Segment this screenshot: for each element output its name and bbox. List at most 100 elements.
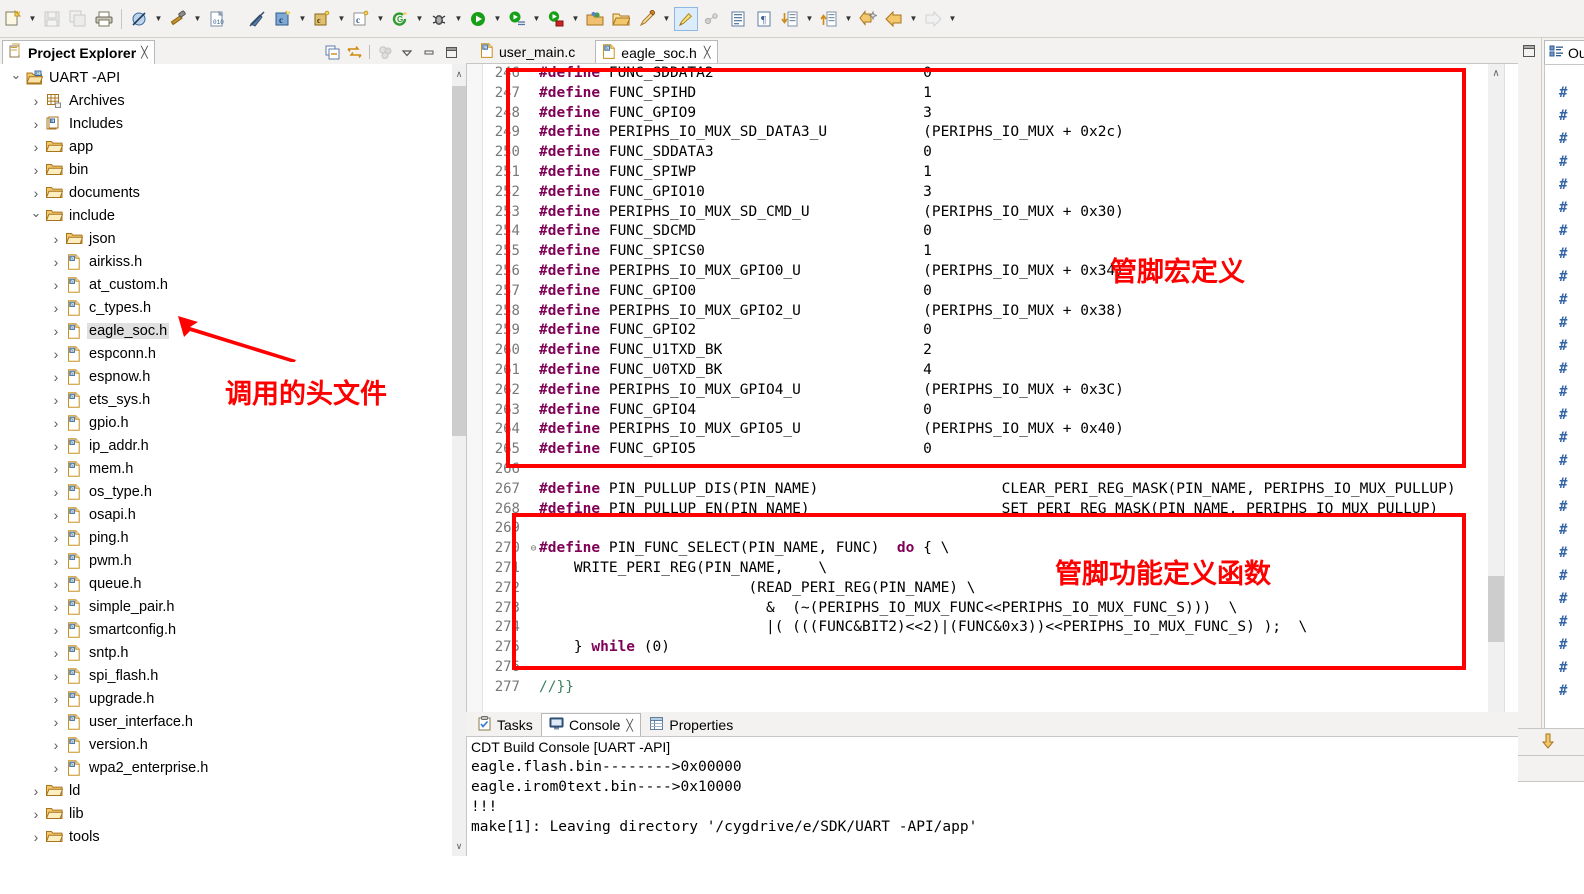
chevron-down-icon[interactable]: ⌄ [8, 67, 24, 83]
fold-marker[interactable] [528, 559, 539, 579]
refresh-dropdown-arrow[interactable]: ▼ [413, 7, 426, 31]
chevron-right-icon[interactable]: › [48, 231, 64, 247]
outline-item[interactable]: # [1545, 449, 1584, 472]
fold-marker[interactable] [528, 64, 539, 84]
tree-item-simple-pair-h[interactable]: › h simple_pair.h [0, 595, 452, 618]
outline-item[interactable]: # [1545, 426, 1584, 449]
fold-marker[interactable] [528, 678, 539, 698]
tree-item-ip-addr-h[interactable]: › h ip_addr.h [0, 434, 452, 457]
skip-all-breakpoints-button[interactable] [127, 7, 151, 31]
code-line[interactable]: 246 #define FUNC_SDDATA2 0 [484, 64, 1486, 84]
chevron-right-icon[interactable]: › [48, 599, 64, 615]
chevron-right-icon[interactable]: › [48, 645, 64, 661]
binary-file-button[interactable]: 010 [205, 7, 229, 31]
editor-tab-user-main-c[interactable]: c user_main.c [474, 40, 583, 64]
debug-dropdown-arrow[interactable]: ▼ [452, 7, 465, 31]
code-line[interactable]: 250 #define FUNC_SDDATA3 0 [484, 143, 1486, 163]
editor-tab-eagle-soc-h[interactable]: h eagle_soc.h ╳ [595, 40, 719, 64]
tree-item-airkiss-h[interactable]: › h airkiss.h [0, 250, 452, 273]
chevron-down-icon[interactable]: ⌄ [28, 205, 44, 221]
outline-item[interactable]: # [1545, 495, 1584, 518]
save-button[interactable] [40, 7, 64, 31]
scrollbar-thumb[interactable] [452, 86, 466, 436]
outline-item[interactable]: # [1545, 196, 1584, 219]
build-dropdown-arrow[interactable]: ▼ [191, 7, 204, 31]
code-line[interactable]: 248 #define FUNC_GPIO9 3 [484, 104, 1486, 124]
tree-item-queue-h[interactable]: › h queue.h [0, 572, 452, 595]
new-file-dropdown-arrow[interactable]: ▼ [26, 7, 39, 31]
fold-marker[interactable] [528, 242, 539, 262]
new-cpp-project-dropdown-arrow[interactable]: ▼ [335, 7, 348, 31]
console-tab-console[interactable]: Console ╳ [541, 713, 641, 736]
build-button[interactable] [166, 7, 190, 31]
chevron-right-icon[interactable]: › [28, 185, 44, 201]
fold-marker[interactable] [528, 222, 539, 242]
code-line[interactable]: 265 #define FUNC_GPIO5 0 [484, 440, 1486, 460]
fold-marker[interactable]: ⊖ [528, 539, 539, 559]
toggle-mark-occurrences-button[interactable] [674, 6, 698, 31]
tab-outline[interactable]: Ou [1544, 40, 1584, 64]
tree-item-mem-h[interactable]: › h mem.h [0, 457, 452, 480]
tree-item-gpio-h[interactable]: › h gpio.h [0, 411, 452, 434]
chevron-right-icon[interactable]: › [48, 438, 64, 454]
code-line[interactable]: 254 #define FUNC_SDCMD 0 [484, 222, 1486, 242]
tree-item-bin[interactable]: › bin [0, 158, 452, 181]
chevron-right-icon[interactable]: › [48, 346, 64, 362]
outline-item[interactable]: # [1545, 173, 1584, 196]
run-button[interactable] [466, 7, 490, 31]
chevron-right-icon[interactable]: › [48, 737, 64, 753]
console-tab-properties[interactable]: Properties [642, 713, 740, 736]
outline-item[interactable]: # [1545, 127, 1584, 150]
tab-project-explorer[interactable]: Project Explorer ╳ [2, 40, 155, 64]
chevron-right-icon[interactable]: › [28, 783, 44, 799]
chevron-right-icon[interactable]: › [48, 576, 64, 592]
outline-item[interactable]: # [1545, 334, 1584, 357]
outline-item[interactable]: # [1545, 587, 1584, 610]
tree-item-documents[interactable]: › documents [0, 181, 452, 204]
chevron-right-icon[interactable]: › [28, 829, 44, 845]
code-line[interactable]: 273 & (~(PERIPHS_IO_MUX_FUNC<<PERIPHS_IO… [484, 599, 1486, 619]
chevron-right-icon[interactable]: › [48, 277, 64, 293]
chevron-right-icon[interactable]: › [48, 622, 64, 638]
code-line[interactable]: 259 #define FUNC_GPIO2 0 [484, 321, 1486, 341]
outline-item[interactable]: # [1545, 242, 1584, 265]
chevron-right-icon[interactable]: › [28, 162, 44, 178]
scroll-up-icon[interactable]: ∧ [452, 64, 466, 84]
chevron-right-icon[interactable]: › [48, 300, 64, 316]
tree-item-uart-api[interactable]: ⌄ C UART -API [0, 66, 452, 89]
new-cpp-project-button[interactable]: c [310, 7, 334, 31]
project-tree-scrollbar[interactable]: ∧ ∨ [452, 64, 466, 856]
open-resource-button[interactable] [609, 7, 633, 31]
fold-marker[interactable] [528, 143, 539, 163]
search-marker-button[interactable] [635, 7, 659, 31]
tree-item-at-custom-h[interactable]: › h at_custom.h [0, 273, 452, 296]
run-dropdown-arrow[interactable]: ▼ [491, 7, 504, 31]
chevron-right-icon[interactable]: › [28, 806, 44, 822]
chevron-right-icon[interactable]: › [48, 369, 64, 385]
refresh-button[interactable]: G [388, 7, 412, 31]
fold-marker[interactable] [528, 84, 539, 104]
external-tools-button[interactable] [544, 7, 568, 31]
scroll-down-icon[interactable]: ∨ [452, 836, 466, 856]
scroll-lock-icon[interactable] [1540, 733, 1556, 752]
fold-marker[interactable] [528, 321, 539, 341]
chevron-right-icon[interactable]: › [48, 254, 64, 270]
outline-item[interactable]: # [1545, 81, 1584, 104]
forward-dropdown-arrow[interactable]: ▼ [946, 7, 959, 31]
breakpoints-dropdown-arrow[interactable]: ▼ [152, 7, 165, 31]
outline-item[interactable]: # [1545, 150, 1584, 173]
console-tab-tasks[interactable]: Tasks [470, 713, 540, 736]
code-view[interactable]: 246 #define FUNC_SDDATA2 0 247 #define FUNC… [484, 64, 1486, 725]
minimized-views-bar[interactable] [1518, 38, 1542, 728]
fold-marker[interactable] [528, 163, 539, 183]
code-line[interactable]: 261 #define FUNC_U0TXD_BK 4 [484, 361, 1486, 381]
tree-item-version-h[interactable]: › h version.h [0, 733, 452, 756]
editor-scroll-up-icon[interactable]: ∧ [1488, 64, 1504, 82]
restore-view-icon[interactable] [1518, 40, 1540, 62]
tree-item-upgrade-h[interactable]: › h upgrade.h [0, 687, 452, 710]
filters-button[interactable] [375, 42, 395, 62]
code-line[interactable]: 275 } while (0) [484, 638, 1486, 658]
code-line[interactable]: 247 #define FUNC_SPIHD 1 [484, 84, 1486, 104]
tree-item-tools[interactable]: › tools [0, 825, 452, 848]
run-history-dropdown-arrow[interactable]: ▼ [530, 7, 543, 31]
